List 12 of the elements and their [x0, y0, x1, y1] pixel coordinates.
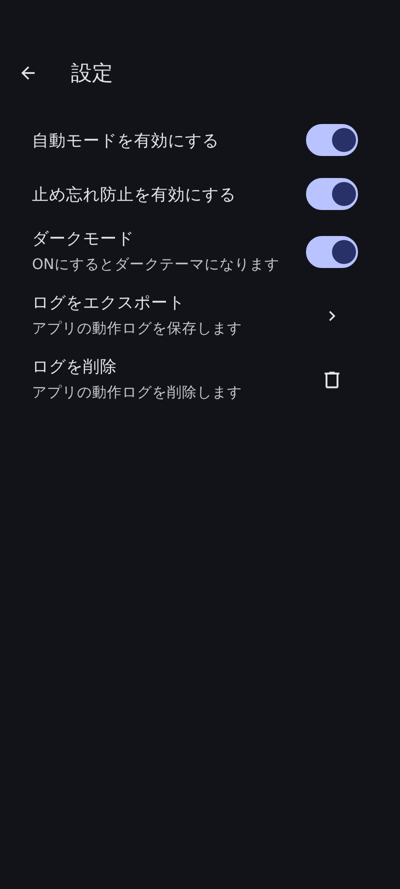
setting-title: 止め忘れ防止を有効にする [32, 184, 237, 206]
setting-description: アプリの動作ログを削除します [32, 384, 243, 403]
setting-description: アプリの動作ログを保存します [32, 320, 243, 339]
setting-title: ログを削除 [32, 356, 118, 378]
setting-title: ログをエクスポート [32, 292, 186, 314]
setting-title: ダークモード [32, 228, 135, 250]
toggle-switch[interactable] [306, 178, 358, 210]
setting-description: ONにするとダークテーマになります [32, 256, 280, 275]
toggle-switch[interactable] [306, 124, 358, 156]
setting-title: 自動モードを有効にする [32, 130, 220, 152]
toggle-switch[interactable] [306, 236, 358, 268]
page-title: 設定 [71, 60, 113, 87]
